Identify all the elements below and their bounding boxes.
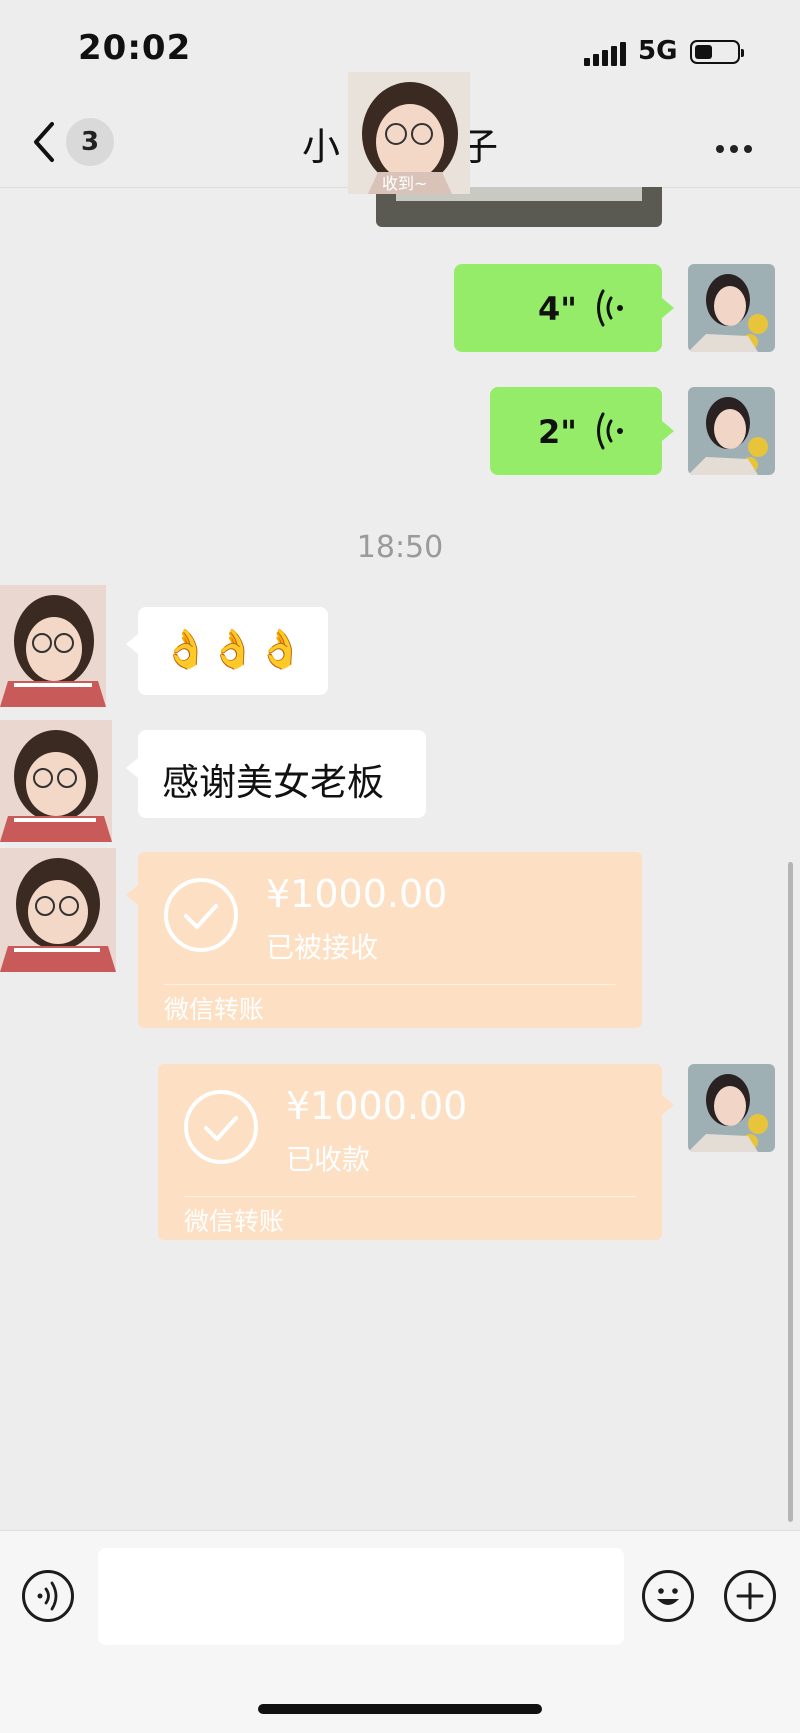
status-time: 20:02: [78, 28, 192, 68]
check-circle-icon: [164, 878, 238, 952]
my-avatar[interactable]: [688, 387, 775, 475]
transfer-status: 已被接收: [266, 931, 379, 964]
sticker-caption: 收到~: [382, 174, 428, 193]
time-divider: 18:50: [356, 530, 444, 565]
card-divider: [184, 1196, 636, 1197]
transfer-label: 微信转账: [184, 1207, 285, 1236]
contact-avatar[interactable]: [0, 720, 112, 842]
check-circle-icon: [184, 1090, 258, 1164]
my-avatar[interactable]: [688, 264, 775, 352]
bubble-tail: [126, 758, 138, 778]
bubble-tail: [662, 421, 674, 441]
voice-input-icon[interactable]: [22, 1570, 74, 1622]
voice-duration: 2": [538, 413, 577, 451]
transfer-label: 微信转账: [164, 995, 265, 1024]
voice-wave-icon: [597, 289, 623, 327]
my-avatar[interactable]: [688, 1064, 775, 1152]
bubble-tail: [126, 634, 138, 654]
contact-avatar[interactable]: [0, 848, 116, 972]
transfer-amount: ¥1000.00: [286, 1084, 468, 1128]
contact-avatar[interactable]: [0, 585, 106, 707]
text-message[interactable]: 感谢美女老板: [138, 730, 426, 818]
voice-message[interactable]: 2": [490, 387, 662, 475]
voice-duration: 4": [538, 290, 577, 328]
transfer-card-received[interactable]: ¥1000.00 已被接收 微信转账: [138, 852, 642, 1028]
battery-icon: [690, 40, 744, 64]
scrollbar[interactable]: [788, 862, 793, 1522]
transfer-status: 已收款: [286, 1143, 371, 1176]
add-plus-icon[interactable]: [724, 1570, 776, 1622]
message-input[interactable]: [98, 1548, 624, 1645]
bubble-tail: [662, 1095, 674, 1115]
network-label: 5G: [638, 36, 678, 66]
voice-message[interactable]: 4": [454, 264, 662, 352]
home-indicator: [258, 1704, 542, 1714]
more-dots-icon[interactable]: [716, 138, 758, 157]
message-text: 感谢美女老板: [162, 761, 384, 804]
voice-wave-icon: [597, 412, 623, 450]
emoji-message[interactable]: 👌👌👌: [138, 607, 328, 695]
bubble-tail: [662, 298, 674, 318]
emoji-icon[interactable]: [642, 1570, 694, 1622]
signal-icon: [584, 42, 629, 66]
sticker-image[interactable]: 收到~: [348, 72, 470, 194]
transfer-amount: ¥1000.00: [266, 872, 448, 916]
bubble-tail: [126, 885, 138, 905]
chat-title-start: 小: [301, 125, 340, 169]
card-divider: [164, 984, 616, 985]
emoji-text: 👌👌👌: [162, 627, 304, 671]
transfer-card-sent[interactable]: ¥1000.00 已收款 微信转账: [158, 1064, 662, 1240]
